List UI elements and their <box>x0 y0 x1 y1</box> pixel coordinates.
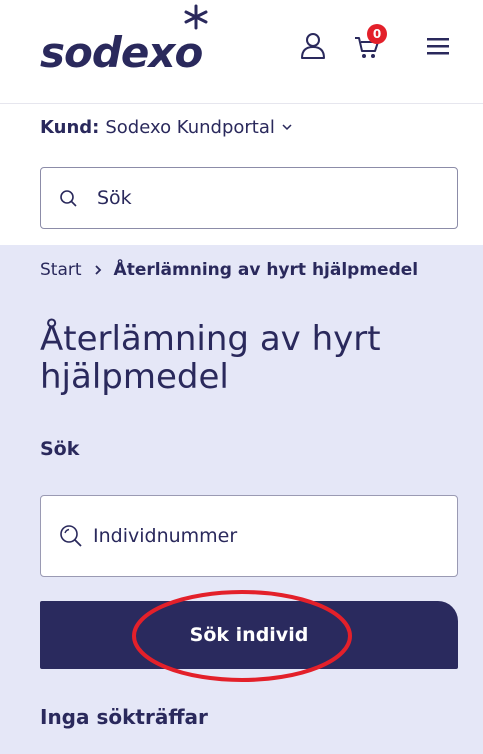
main-content: Start Återlämning av hyrt hjälpmedel Åte… <box>0 245 483 754</box>
star-icon <box>184 4 208 30</box>
individnummer-placeholder: Individnummer <box>93 525 238 547</box>
site-header: sodexo 0 <box>0 0 483 104</box>
hamburger-menu-icon[interactable] <box>420 28 456 64</box>
chevron-down-icon <box>282 124 292 131</box>
user-icon[interactable] <box>295 28 331 64</box>
no-results-text: Inga sökträffar <box>40 705 208 729</box>
breadcrumb: Start Återlämning av hyrt hjälpmedel <box>40 260 418 280</box>
customer-value: Sodexo Kundportal <box>105 116 275 138</box>
individnummer-input[interactable]: Individnummer <box>40 495 458 577</box>
chevron-right-icon <box>94 265 101 275</box>
customer-selector[interactable]: Kund: Sodexo Kundportal <box>40 114 293 140</box>
cart-icon[interactable]: 0 <box>349 24 387 64</box>
logo-text: sodexo <box>40 28 203 77</box>
page-title: Återlämning av hyrt hjälpmedel <box>40 319 381 397</box>
site-search-input[interactable]: Sök <box>40 167 458 229</box>
search-icon <box>60 525 82 547</box>
search-individ-button[interactable]: Sök individ <box>40 601 458 669</box>
breadcrumb-current: Återlämning av hyrt hjälpmedel <box>113 260 419 280</box>
search-icon <box>60 190 77 207</box>
sodexo-logo[interactable]: sodexo <box>40 4 230 77</box>
site-search-placeholder: Sök <box>97 187 132 209</box>
breadcrumb-start-link[interactable]: Start <box>40 260 82 280</box>
search-heading: Sök <box>40 438 80 460</box>
customer-label: Kund: <box>40 116 100 138</box>
cart-count-badge: 0 <box>367 24 387 44</box>
